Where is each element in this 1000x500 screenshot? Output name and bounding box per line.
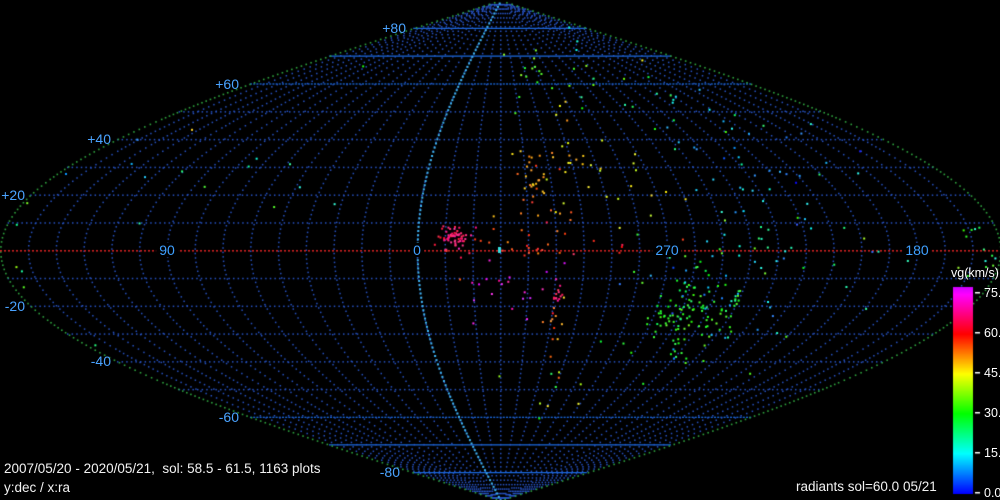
colorbar-tick-45: 45.0 bbox=[984, 366, 1000, 380]
colorbar-tick-75: 75.0 bbox=[984, 286, 1000, 300]
dec-axis-label-p60: +60 bbox=[215, 76, 239, 92]
status-radiants-sol: radiants sol=60.0 05/21 bbox=[796, 479, 937, 494]
sky-map-canvas bbox=[0, 0, 1000, 500]
colorbar-tick-60: 60.0 bbox=[984, 326, 1000, 340]
dec-axis-label-m60: -60 bbox=[218, 409, 239, 425]
ra-axis-label-270: 270 bbox=[652, 243, 682, 257]
ra-axis-label-180: 180 bbox=[902, 243, 932, 257]
dec-axis-label-p80: +80 bbox=[382, 20, 406, 36]
dec-axis-label-p40: +40 bbox=[87, 131, 111, 147]
colorbar-tick-15: 15.0 bbox=[984, 446, 1000, 460]
ra-axis-label-90: 90 bbox=[156, 243, 178, 257]
radiant-map-window: +80 +60 +40 +20 -20 -40 -60 -80 90 0 270… bbox=[0, 0, 1000, 500]
dec-axis-label-m40: -40 bbox=[90, 353, 111, 369]
colorbar-tick-0: 0.0 bbox=[984, 486, 1000, 500]
dec-axis-label-m80: -80 bbox=[379, 464, 400, 480]
dec-axis-label-m20: -20 bbox=[4, 298, 25, 314]
colorbar-tick-30: 30.0 bbox=[984, 406, 1000, 420]
colorbar-title: vg(km/s) bbox=[951, 266, 999, 280]
ra-axis-label-0: 0 bbox=[410, 243, 424, 257]
dec-axis-label-p20: +20 bbox=[1, 187, 25, 203]
status-axes-legend: y:dec / x:ra bbox=[4, 480, 71, 495]
status-date-range-sol: 2007/05/20 - 2020/05/21, sol: 58.5 - 61.… bbox=[4, 461, 321, 476]
